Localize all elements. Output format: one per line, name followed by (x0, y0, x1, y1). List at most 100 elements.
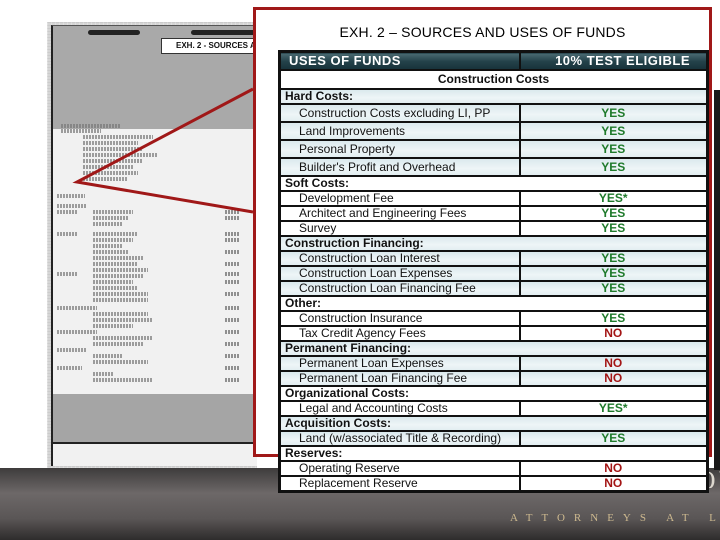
use-of-funds-label: Architect and Engineering Fees (278, 205, 521, 222)
illegible-text-line (93, 342, 143, 346)
table-row: Construction Insurance YES (278, 310, 709, 327)
category-label: Soft Costs: (278, 175, 709, 192)
table-row: Development Fee YES* (278, 190, 709, 207)
use-of-funds-label: Land Improvements (278, 121, 521, 141)
table-row: Replacement Reserve NO (278, 475, 709, 493)
redaction-bar (88, 30, 140, 35)
category-row: Hard Costs: (278, 88, 709, 105)
illegible-text-line (57, 330, 97, 334)
table-row: Operating Reserve NO (278, 460, 709, 477)
use-of-funds-label: Construction Costs excluding LI, PP (278, 103, 521, 123)
category-row: Soft Costs: (278, 175, 709, 192)
illegible-amount (225, 292, 239, 296)
section-header-row: Construction Costs (278, 69, 709, 90)
illegible-amount (225, 232, 239, 236)
illegible-amount (225, 354, 239, 358)
category-label: Hard Costs: (278, 88, 709, 105)
table-row: Architect and Engineering Fees YES (278, 205, 709, 222)
eligibility-value: YES (518, 310, 709, 327)
eligibility-value: YES (518, 121, 709, 141)
section-construction-costs: Construction Costs (278, 69, 709, 90)
illegible-text-line (61, 124, 121, 128)
use-of-funds-label: Tax Credit Agency Fees (278, 325, 521, 342)
use-of-funds-label: Construction Insurance (278, 310, 521, 327)
illegible-text-line (93, 256, 143, 260)
category-label: Other: (278, 295, 709, 312)
table-row: Construction Loan Interest YES (278, 250, 709, 267)
illegible-amount (225, 342, 239, 346)
zoomed-exhibit-panel: EXH. 2 – SOURCES AND USES OF FUNDS USES … (253, 7, 712, 493)
category-label: Organizational Costs: (278, 385, 709, 402)
table-row: Land Improvements YES (278, 121, 709, 141)
illegible-text-line (93, 262, 138, 266)
eligibility-value: YES (518, 205, 709, 222)
illegible-amount (225, 306, 239, 310)
use-of-funds-label: Builder's Profit and Overhead (278, 157, 521, 177)
table-row: Tax Credit Agency Fees NO (278, 325, 709, 342)
illegible-text-line (83, 147, 143, 151)
illegible-text-line (93, 244, 123, 248)
illegible-text-line (93, 268, 148, 272)
category-row: Organizational Costs: (278, 385, 709, 402)
illegible-amount (225, 318, 239, 322)
illegible-text-line (57, 348, 87, 352)
illegible-text-line (93, 292, 148, 296)
illegible-amount (225, 262, 239, 266)
background-document-thumbnail: EXH. 2 - SOURCES A (47, 22, 257, 470)
illegible-amount (225, 280, 239, 284)
redaction-bar (191, 30, 257, 35)
eligibility-value: NO (518, 370, 709, 387)
illegible-text-line (57, 272, 77, 276)
use-of-funds-label: Development Fee (278, 190, 521, 207)
eligibility-value: NO (518, 325, 709, 342)
illegible-text-line (93, 222, 123, 226)
category-label: Permanent Financing: (278, 340, 709, 357)
eligibility-value: NO (518, 460, 709, 477)
table-row: Legal and Accounting Costs YES* (278, 400, 709, 417)
use-of-funds-label: Personal Property (278, 139, 521, 159)
table-row: Personal Property YES (278, 139, 709, 159)
use-of-funds-label: Permanent Loan Financing Fee (278, 370, 521, 387)
illegible-text-line (93, 324, 133, 328)
total-section-shade (53, 394, 257, 444)
panel-shadow (714, 90, 720, 470)
eligibility-value: YES* (518, 190, 709, 207)
illegible-text-line (93, 318, 153, 322)
illegible-amount (225, 330, 239, 334)
table-row: Construction Costs excluding LI, PP YES (278, 103, 709, 123)
table-row: Construction Loan Financing Fee YES (278, 280, 709, 297)
illegible-text-line (93, 336, 153, 340)
category-label: Reserves: (278, 445, 709, 462)
use-of-funds-label: Land (w/associated Title & Recording) (278, 430, 521, 447)
illegible-amount (225, 378, 239, 382)
illegible-text-line (93, 210, 133, 214)
illegible-text-line (93, 216, 128, 220)
category-row: Acquisition Costs: (278, 415, 709, 432)
header-10pct-test-eligible: 10% TEST ELIGIBLE (518, 50, 709, 71)
illegible-text-line (93, 238, 133, 242)
illegible-amount (225, 272, 239, 276)
category-row: Other: (278, 295, 709, 312)
illegible-text-line (83, 141, 138, 145)
table-row: Land (w/associated Title & Recording) YES (278, 430, 709, 447)
illegible-text-line (93, 286, 138, 290)
logo-tagline: ATTORNEYS AT LAW (510, 512, 720, 524)
category-label: Acquisition Costs: (278, 415, 709, 432)
illegible-text-line (57, 194, 85, 198)
illegible-text-line (83, 135, 153, 139)
header-uses-of-funds: USES OF FUNDS (278, 50, 521, 71)
illegible-text-line (57, 210, 77, 214)
illegible-text-line (93, 360, 148, 364)
illegible-text-line (57, 232, 77, 236)
table-row: Survey YES (278, 220, 709, 237)
illegible-text-line (61, 129, 101, 133)
illegible-text-line (93, 280, 133, 284)
table-row: Builder's Profit and Overhead YES (278, 157, 709, 177)
illegible-text-line (57, 306, 97, 310)
use-of-funds-label: Legal and Accounting Costs (278, 400, 521, 417)
use-of-funds-label: Survey (278, 220, 521, 237)
illegible-text-line (93, 312, 148, 316)
illegible-amount (225, 210, 239, 214)
illegible-text-line (83, 159, 143, 163)
eligibility-value: YES (518, 139, 709, 159)
